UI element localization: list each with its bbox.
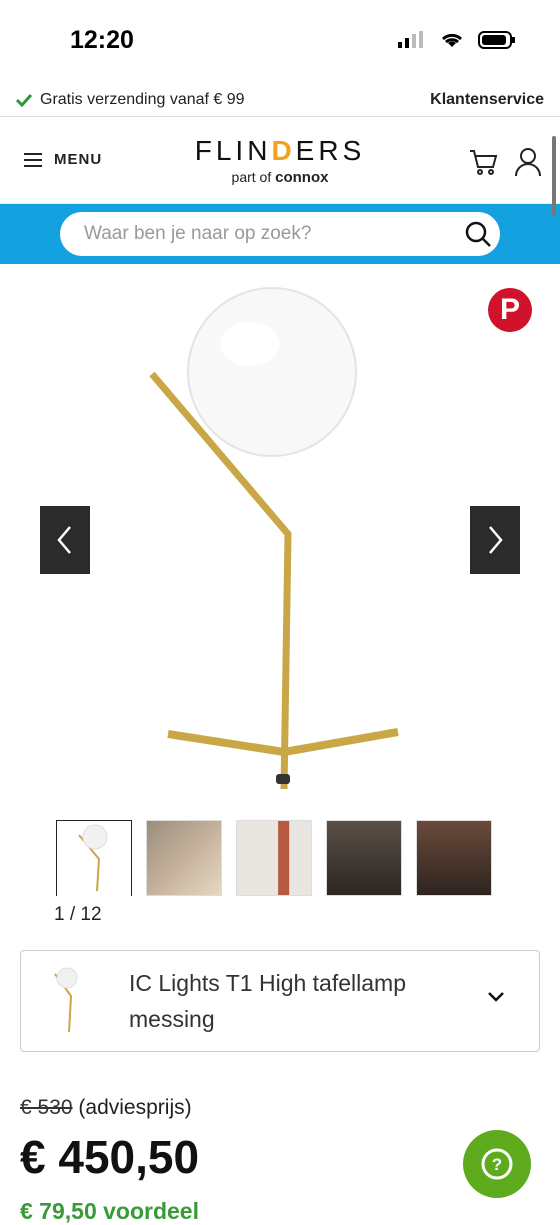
search-box bbox=[60, 212, 500, 256]
thumbnail[interactable] bbox=[416, 820, 492, 896]
gallery-next-button[interactable] bbox=[470, 506, 520, 574]
help-icon: ? bbox=[481, 1148, 513, 1180]
user-icon[interactable] bbox=[514, 147, 542, 177]
search-button[interactable] bbox=[456, 212, 500, 256]
thumbnail[interactable] bbox=[236, 820, 312, 896]
wifi-icon bbox=[441, 33, 463, 47]
thumbnail[interactable] bbox=[56, 820, 132, 896]
site-header: MENU FLINDERS part of connox bbox=[0, 117, 560, 204]
logo-sub-prefix: part of bbox=[231, 169, 272, 185]
chevron-right-icon bbox=[489, 526, 503, 554]
logo-part1: FLIN bbox=[194, 135, 272, 166]
logo-sub-brand: connox bbox=[275, 169, 329, 186]
old-price-note: (adviesprijs) bbox=[78, 1096, 192, 1119]
customer-service-link[interactable]: Klantenservice bbox=[430, 91, 544, 109]
old-price-value: € 530 bbox=[20, 1096, 73, 1119]
variant-thumbnail bbox=[54, 967, 78, 1033]
signal-icon bbox=[398, 31, 423, 48]
help-button[interactable]: ? bbox=[463, 1130, 531, 1198]
saving-amount: € 79,50 voordeel bbox=[20, 1198, 199, 1224]
variant-selector[interactable]: IC Lights T1 High tafellamp messing bbox=[20, 950, 540, 1052]
battery-icon bbox=[478, 31, 515, 49]
status-time: 12:20 bbox=[70, 26, 134, 54]
chevron-down-icon bbox=[488, 992, 504, 1002]
shipping-bar: Gratis verzending vanaf € 99 Klantenserv… bbox=[0, 84, 560, 117]
search-input[interactable] bbox=[82, 222, 456, 246]
scrollbar[interactable] bbox=[552, 136, 556, 216]
thumbnail[interactable] bbox=[326, 820, 402, 896]
thumbnail-strip bbox=[0, 820, 560, 898]
logo-part2: ERS bbox=[295, 135, 366, 166]
svg-text:?: ? bbox=[492, 1155, 502, 1174]
logo-d: D bbox=[271, 135, 296, 166]
gallery-counter: 1 / 12 bbox=[54, 904, 102, 925]
shipping-text: Gratis verzending vanaf € 99 bbox=[40, 91, 245, 108]
product-gallery: P bbox=[0, 264, 560, 820]
pinterest-button[interactable]: P bbox=[488, 288, 532, 332]
search-bar bbox=[0, 204, 560, 264]
thumbnail[interactable] bbox=[146, 820, 222, 896]
search-icon bbox=[465, 221, 491, 247]
variant-name: IC Lights T1 High tafellamp messing bbox=[129, 970, 406, 1032]
chevron-left-icon bbox=[57, 526, 71, 554]
cart-icon[interactable] bbox=[468, 147, 498, 177]
old-price: € 530 (adviesprijs) bbox=[20, 1096, 560, 1120]
pinterest-icon: P bbox=[499, 293, 520, 326]
check-icon bbox=[16, 93, 32, 107]
status-bar: 12:20 bbox=[0, 0, 560, 84]
gallery-prev-button[interactable] bbox=[40, 506, 90, 574]
